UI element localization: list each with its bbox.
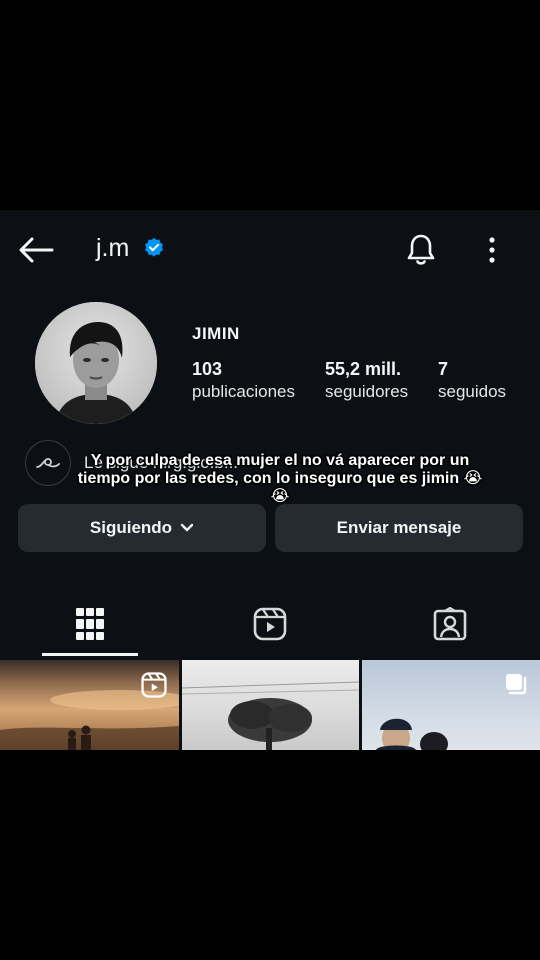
grid-icon <box>76 608 104 640</box>
overlay-caption: Y por culpa de esa mujer el no vá aparec… <box>77 452 483 505</box>
reel-badge-icon <box>141 672 167 698</box>
profile-screen: j.m JIMIN 103 publicaciones 55,2 mill. s… <box>0 210 540 750</box>
tab-reels[interactable] <box>180 588 360 660</box>
stat-following-label: seguidos <box>438 382 507 401</box>
post-2-image <box>182 681 359 750</box>
profile-avatar[interactable] <box>35 302 157 424</box>
stat-followers-value: 55,2 mill. <box>325 359 402 379</box>
top-bar: j.m <box>0 210 540 286</box>
following-button-label: Siguiendo <box>89 518 173 537</box>
back-button[interactable] <box>16 230 56 270</box>
stat-posts[interactable]: 103 publicaciones <box>192 358 295 404</box>
grid-post-1[interactable] <box>0 660 179 750</box>
send-message-button[interactable]: Enviar mensaje <box>275 504 523 552</box>
carousel-badge-icon <box>506 674 527 695</box>
more-options-button[interactable] <box>478 230 506 270</box>
verified-badge-icon <box>145 237 163 257</box>
notifications-button[interactable] <box>402 230 440 270</box>
stat-followers[interactable]: 55,2 mill. seguidores <box>325 358 408 404</box>
stat-following-value: 7 <box>438 359 449 379</box>
grid-post-2[interactable] <box>182 660 359 750</box>
tab-posts-grid[interactable] <box>0 588 180 660</box>
more-vertical-icon <box>489 237 495 263</box>
stat-following[interactable]: 7 seguidos <box>438 358 506 404</box>
tab-tagged[interactable] <box>360 588 540 660</box>
following-button[interactable]: Siguiendo <box>18 504 266 552</box>
tagged-user-icon <box>433 607 467 641</box>
active-tab-indicator <box>42 653 138 656</box>
arrow-left-icon <box>19 237 54 263</box>
chevron-down-icon <box>180 523 194 532</box>
bell-icon <box>407 234 435 265</box>
threads-badge[interactable] <box>25 440 71 486</box>
grid-post-3[interactable] <box>362 660 540 750</box>
profile-username: j.m <box>96 234 130 262</box>
profile-tabs <box>0 588 540 660</box>
reels-icon <box>253 607 287 641</box>
stat-posts-value: 103 <box>192 359 223 379</box>
stat-posts-label: publicaciones <box>192 382 296 401</box>
avatar-photo <box>35 302 157 424</box>
stat-followers-label: seguidores <box>325 382 409 401</box>
threads-icon <box>36 458 60 468</box>
profile-display-name: JIMIN <box>192 324 240 343</box>
send-message-button-label: Enviar mensaje <box>336 518 462 537</box>
